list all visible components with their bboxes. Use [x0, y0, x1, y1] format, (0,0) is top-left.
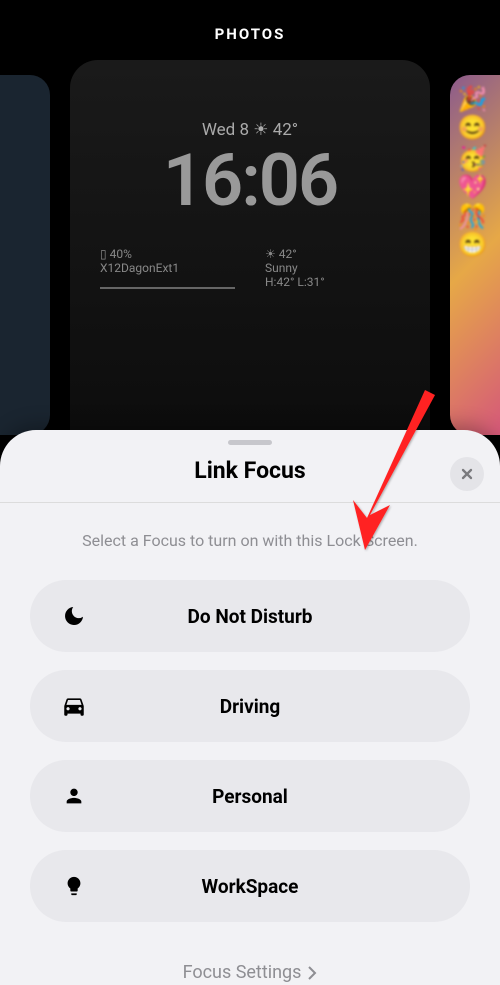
- focus-do-not-disturb[interactable]: Do Not Disturb: [30, 580, 470, 652]
- chevron-right-icon: [307, 966, 317, 980]
- sheet-header: Link Focus: [0, 445, 500, 503]
- battery-widget: ▯ 40% X12DagonExt1: [100, 247, 235, 289]
- focus-workspace[interactable]: WorkSpace: [30, 850, 470, 922]
- focus-label: Do Not Disturb: [60, 605, 440, 628]
- focus-label: WorkSpace: [60, 875, 440, 898]
- lockscreen-gallery-area: PHOTOS Wed 8 ☀ 42° 16:06 ▯ 40% X12DagonE…: [0, 0, 500, 430]
- wallpaper-preview-prev[interactable]: [0, 75, 50, 435]
- wallpaper-preview-current[interactable]: Wed 8 ☀ 42° 16:06 ▯ 40% X12DagonExt1 ☀ 4…: [70, 60, 430, 430]
- wallpaper-preview-next[interactable]: [450, 75, 500, 435]
- weather-desc: Sunny: [265, 261, 400, 275]
- weather-widget: ☀ 42° Sunny H:42° L:31°: [265, 247, 400, 289]
- footer-link-text: Focus Settings: [183, 962, 302, 983]
- weather-temp: ☀ 42°: [265, 247, 400, 261]
- close-button[interactable]: [450, 457, 484, 491]
- battery-percent: ▯ 40%: [100, 247, 235, 261]
- focus-settings-link[interactable]: Focus Settings: [0, 962, 500, 983]
- focus-driving[interactable]: Driving: [30, 670, 470, 742]
- focus-personal[interactable]: Personal: [30, 760, 470, 832]
- focus-label: Personal: [60, 785, 440, 808]
- battery-device: X12DagonExt1: [100, 261, 235, 275]
- lockscreen-time: 16:06: [90, 145, 410, 217]
- link-focus-sheet: Link Focus Select a Focus to turn on wit…: [0, 430, 500, 985]
- sheet-title: Link Focus: [20, 457, 480, 484]
- lockscreen-widgets: ▯ 40% X12DagonExt1 ☀ 42° Sunny H:42° L:3…: [90, 247, 410, 289]
- weather-range: H:42° L:31°: [265, 275, 400, 289]
- focus-label: Driving: [60, 695, 440, 718]
- gallery-title: PHOTOS: [0, 0, 500, 43]
- sheet-subtitle: Select a Focus to turn on with this Lock…: [0, 503, 500, 580]
- close-icon: [459, 466, 475, 482]
- focus-list: Do Not Disturb Driving Personal WorkSpac…: [0, 580, 500, 922]
- lockscreen-date: Wed 8 ☀ 42°: [90, 120, 410, 140]
